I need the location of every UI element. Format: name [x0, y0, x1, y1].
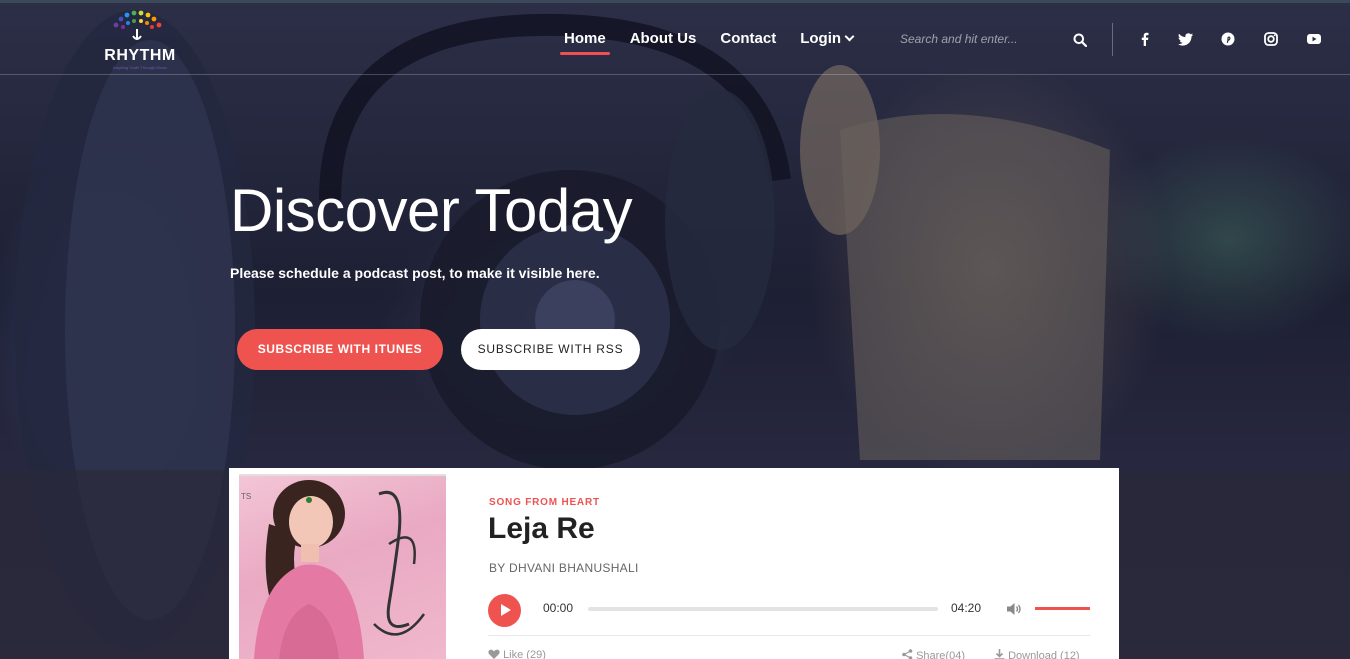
- nav-login-label: Login: [800, 30, 842, 47]
- card-artist: BY DHVANI BHANUSHALI: [489, 561, 639, 575]
- site-header: RHYTHM Inspiring Youth Through Music Hom…: [0, 3, 1350, 75]
- album-cover-image[interactable]: TS: [239, 474, 446, 659]
- search-icon[interactable]: [1073, 33, 1087, 47]
- logo-rainbow-icon: [113, 10, 162, 40]
- card-divider: [488, 635, 1090, 636]
- download-label: Download (12): [1008, 650, 1080, 659]
- logo-text: RHYTHM: [104, 47, 176, 64]
- volume-icon[interactable]: [1006, 602, 1022, 616]
- nav-login[interactable]: Login: [794, 27, 859, 55]
- download-button[interactable]: Download (12): [994, 649, 1080, 659]
- nav-about-us-label: About Us: [629, 30, 697, 47]
- nav-contact[interactable]: Contact: [714, 27, 782, 55]
- card-title: Leja Re: [488, 512, 595, 545]
- like-button[interactable]: Like (29): [488, 649, 546, 659]
- pinterest-icon[interactable]: [1220, 31, 1236, 47]
- podcast-card: TS SONG FROM HEART Leja Re BY DHVANI BHA…: [229, 468, 1119, 659]
- volume-slider[interactable]: [1035, 607, 1090, 610]
- chevron-down-icon: [844, 31, 855, 42]
- card-category: SONG FROM HEART: [489, 497, 600, 508]
- search-input[interactable]: [900, 27, 1070, 51]
- nav-contact-label: Contact: [720, 30, 777, 47]
- subscribe-itunes-button[interactable]: SUBSCRIBE WITH ITUNES: [237, 329, 443, 370]
- seek-bar[interactable]: [588, 607, 938, 611]
- play-button[interactable]: [488, 594, 521, 627]
- nav-about-us[interactable]: About Us: [624, 27, 703, 55]
- artist-portrait: [254, 480, 426, 659]
- youtube-icon[interactable]: [1306, 31, 1322, 47]
- download-icon: [994, 649, 1005, 659]
- twitter-icon[interactable]: [1178, 31, 1194, 47]
- share-icon: [902, 649, 913, 659]
- facebook-icon[interactable]: [1137, 31, 1153, 47]
- instagram-icon[interactable]: [1263, 31, 1279, 47]
- hero-subtitle: Please schedule a podcast post, to make …: [230, 265, 600, 281]
- share-button[interactable]: Share(04): [902, 649, 965, 659]
- nav-home-label: Home: [564, 30, 606, 47]
- current-time: 00:00: [543, 601, 574, 615]
- header-divider: [1112, 23, 1113, 56]
- main-nav: Home About Us Contact Login: [558, 27, 871, 55]
- hero-title: Discover Today: [230, 177, 633, 244]
- nav-home[interactable]: Home: [558, 27, 612, 55]
- share-label: Share(04): [916, 650, 965, 659]
- heart-icon: [488, 649, 500, 659]
- like-label: Like (29): [503, 649, 546, 659]
- subscribe-rss-button[interactable]: SUBSCRIBE WITH RSS: [461, 329, 640, 370]
- duration: 04:20: [951, 601, 982, 615]
- logo-tagline: Inspiring Youth Through Music: [113, 65, 167, 70]
- site-logo[interactable]: RHYTHM Inspiring Youth Through Music: [97, 9, 187, 71]
